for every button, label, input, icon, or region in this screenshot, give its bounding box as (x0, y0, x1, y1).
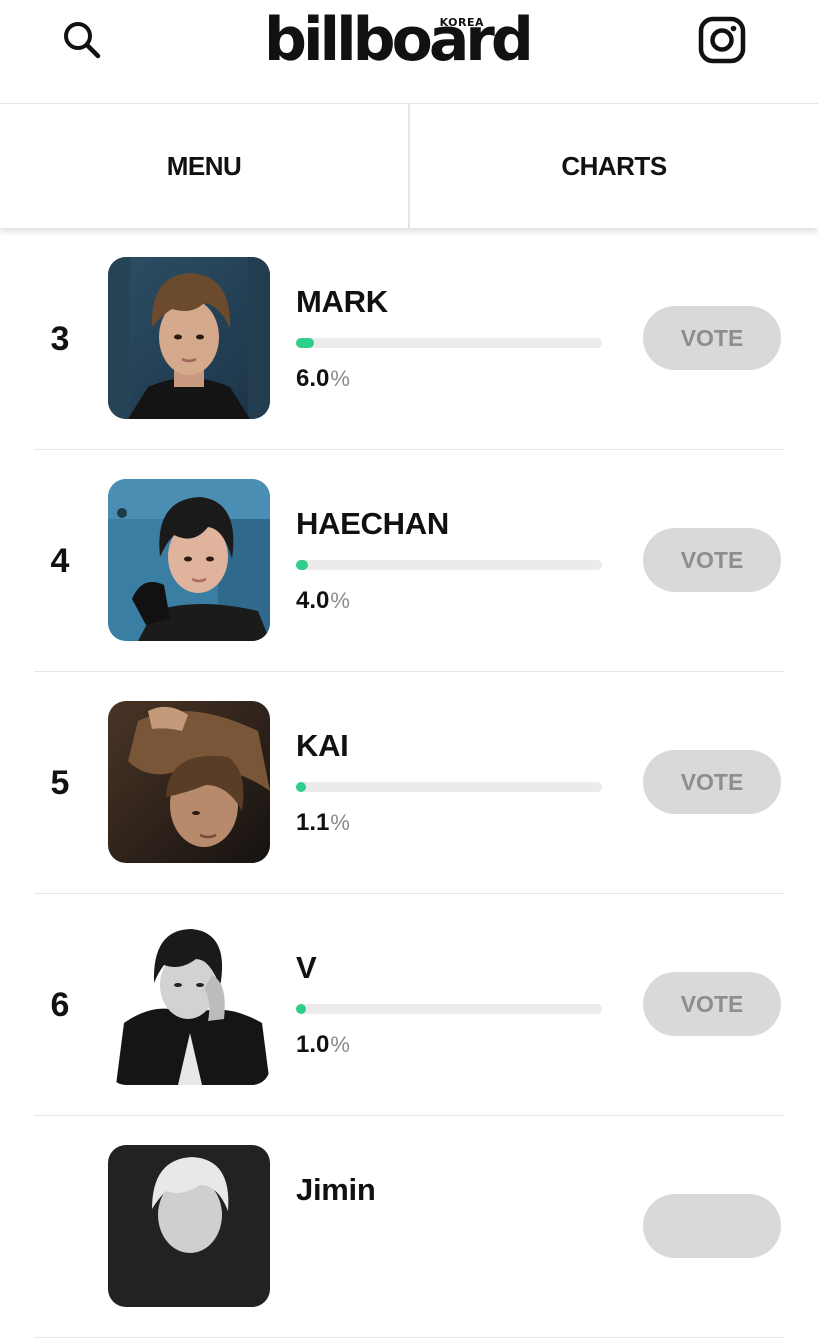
site-header: billboard KOREA (0, 0, 818, 104)
vote-progress-track (296, 560, 602, 570)
vote-percent-value: 1.1 (296, 809, 330, 836)
vote-percent: 1.1% (296, 808, 350, 838)
vote-progress-track (296, 782, 602, 792)
vote-button[interactable]: VOTE (643, 750, 781, 814)
percent-sign: % (330, 366, 350, 391)
vote-progress-fill (296, 560, 309, 570)
vote-button[interactable]: VOTE (643, 528, 781, 592)
vote-progress-fill (296, 338, 315, 348)
search-button[interactable] (58, 18, 104, 64)
vote-percent-value: 4.0 (296, 587, 330, 614)
rank-number: 4 (50, 541, 70, 580)
vote-percent: 6.0% (296, 364, 350, 394)
rank-number: 6 (50, 985, 70, 1024)
vote-button[interactable]: VOTE (643, 306, 781, 370)
rank-number: 3 (50, 319, 70, 358)
vote-button[interactable]: VOTE (643, 972, 781, 1036)
artist-photo[interactable] (108, 701, 270, 863)
vote-progress-fill (296, 1004, 306, 1014)
main-nav: MENU CHARTS (0, 104, 818, 228)
menu-button[interactable]: MENU (0, 104, 408, 228)
artist-name: MARK (296, 284, 388, 319)
instagram-button[interactable] (694, 14, 750, 70)
artist-photo[interactable] (108, 1145, 270, 1307)
ranking-list: 3 MARK 6.0% VOTE 4 HAECHAN 4.0% VOTE 5 K… (0, 228, 818, 1338)
search-icon (60, 18, 102, 65)
vote-button[interactable] (643, 1194, 781, 1258)
vote-progress-track (296, 1004, 602, 1014)
vote-percent-value: 6.0 (296, 365, 330, 392)
vote-progress-track (296, 338, 602, 348)
artist-photo[interactable] (108, 257, 270, 419)
percent-sign: % (330, 810, 350, 835)
ranking-row: 6 V 1.0% VOTE (0, 894, 818, 1116)
instagram-icon (697, 15, 747, 70)
vote-percent: 1.0% (296, 1030, 350, 1060)
billboard-korea-logo[interactable]: billboard KOREA (264, 5, 534, 75)
ranking-row: Jimin (0, 1116, 818, 1338)
percent-sign: % (330, 588, 350, 613)
logo-korea-label: KOREA (439, 16, 484, 29)
rank-number: 5 (50, 763, 70, 802)
vote-percent: 4.0% (296, 586, 350, 616)
artist-photo[interactable] (108, 923, 270, 1085)
charts-button[interactable]: CHARTS (410, 104, 818, 228)
artist-name: Jimin (296, 1172, 376, 1207)
artist-photo[interactable] (108, 479, 270, 641)
logo-wordmark: billboard (264, 5, 534, 75)
vote-percent-value: 1.0 (296, 1031, 330, 1058)
artist-name: V (296, 950, 317, 985)
ranking-row: 4 HAECHAN 4.0% VOTE (0, 450, 818, 672)
artist-name: HAECHAN (296, 506, 449, 541)
vote-progress-fill (296, 782, 306, 792)
ranking-row: 5 KAI 1.1% VOTE (0, 672, 818, 894)
artist-name: KAI (296, 728, 349, 763)
ranking-row: 3 MARK 6.0% VOTE (0, 228, 818, 450)
percent-sign: % (330, 1032, 350, 1057)
